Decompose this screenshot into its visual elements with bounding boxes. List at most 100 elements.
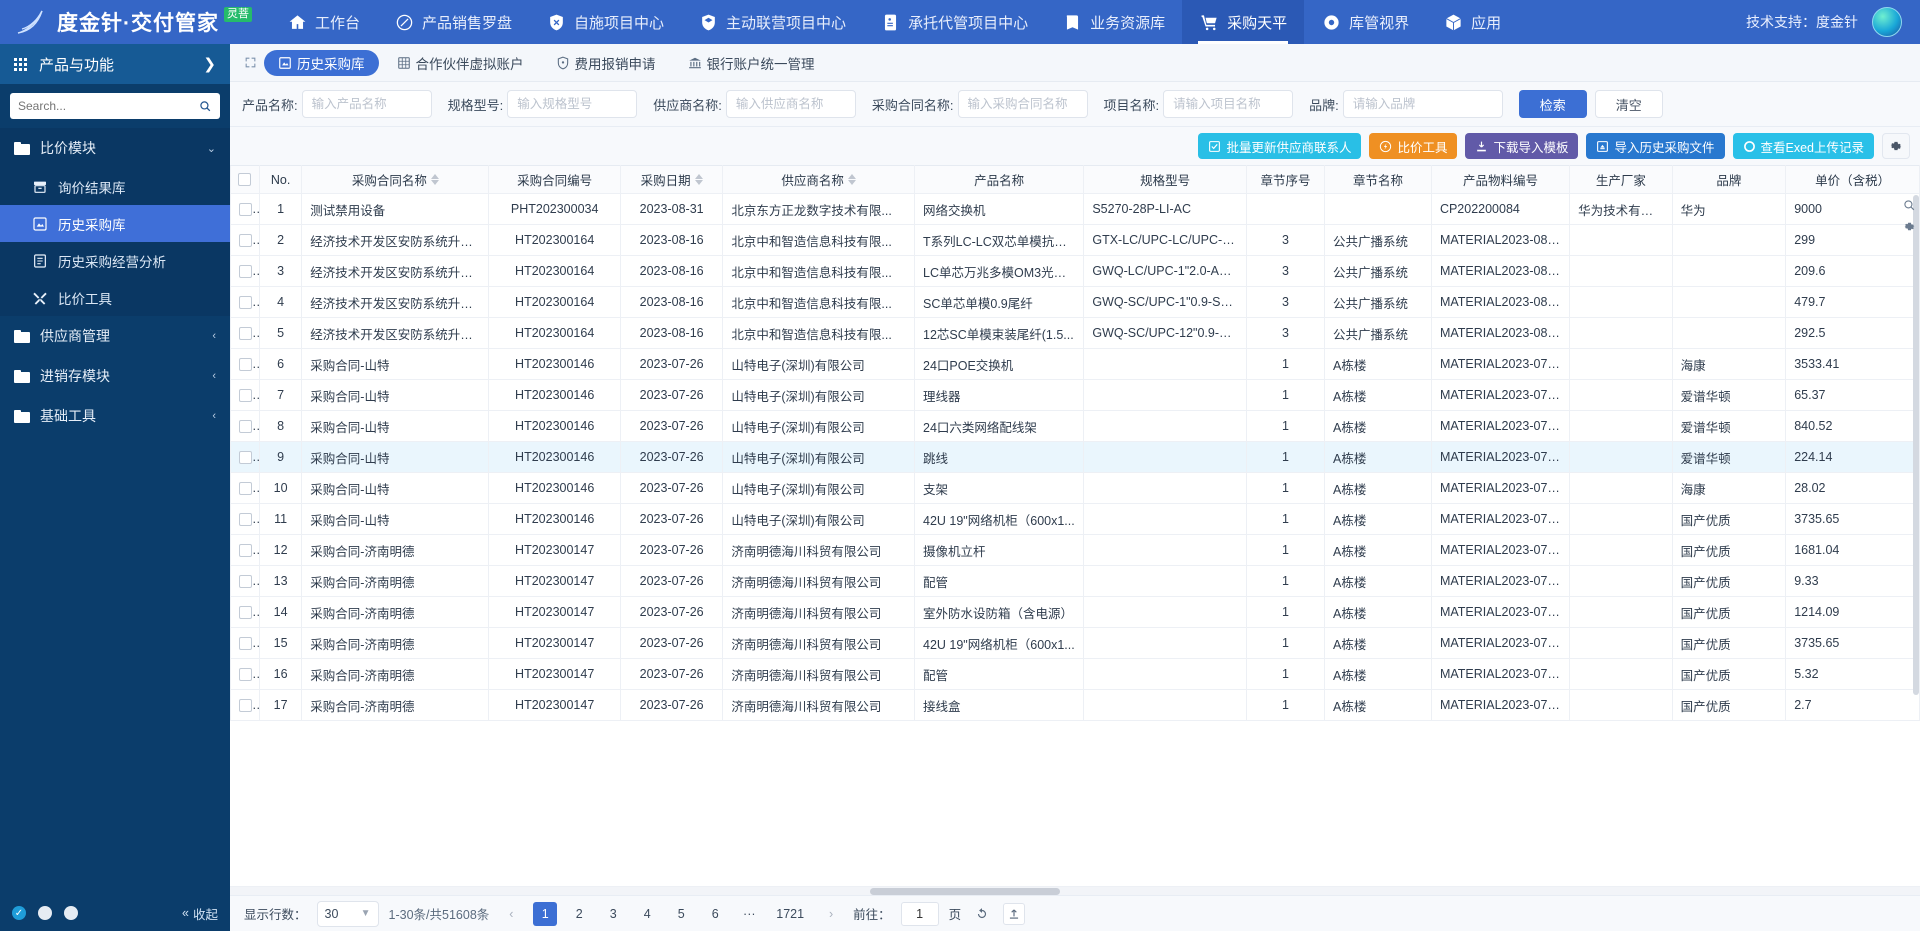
spec-model-input[interactable] [507, 90, 638, 118]
search-icon[interactable] [199, 100, 212, 113]
prev-page-button[interactable]: ‹ [499, 902, 523, 926]
cell-cb[interactable] [230, 379, 260, 411]
page-button-6[interactable]: 6 [703, 902, 727, 926]
gear-icon[interactable] [1903, 220, 1916, 233]
row-checkbox[interactable] [239, 420, 252, 434]
table-row[interactable]: 13 采购合同-济南明德 HT202300147 2023-07-26 济南明德海川科贸… [230, 565, 1920, 597]
th-date[interactable]: 采购日期 [619, 165, 724, 194]
tab-expense-reimbursement[interactable]: 费用报销申请 [542, 50, 670, 76]
nav-item-business-resource[interactable]: 业务资源库 [1045, 0, 1182, 44]
scrollbar-thumb[interactable] [870, 888, 1060, 895]
th-supplier[interactable]: 供应商名称 [722, 165, 915, 194]
table-row[interactable]: 9 采购合同-山特 HT202300146 2023-07-26 山特电子(深圳)有限公… [230, 441, 1920, 473]
cell-cb[interactable] [230, 224, 260, 256]
table-row[interactable]: 17 采购合同-济南明德 HT202300147 2023-07-26 济南明德海川科贸… [230, 689, 1920, 721]
cell-cb[interactable] [230, 472, 260, 504]
pricing-tool-button[interactable]: 比价工具 [1369, 133, 1458, 159]
chevron-right-icon[interactable]: ❯ [203, 55, 216, 73]
sidebar-group-pricing[interactable]: 比价模块 ⌄ [0, 128, 230, 168]
clear-button[interactable]: 清空 [1594, 90, 1663, 118]
table-row[interactable]: 5 经济技术开发区安防系统升级改... HT202300164 2023-08-16 北… [230, 317, 1920, 349]
table-row[interactable]: 7 采购合同-山特 HT202300146 2023-07-26 山特电子(深圳)有限公… [230, 379, 1920, 411]
contract-name-input[interactable] [957, 90, 1088, 118]
page-button-1[interactable]: 1 [533, 901, 558, 926]
table-row[interactable]: 6 采购合同-山特 HT202300146 2023-07-26 山特电子(深圳)有限公… [230, 348, 1920, 380]
cell-cb[interactable] [230, 410, 260, 442]
export-button[interactable] [1003, 902, 1026, 925]
sidebar-group-inventory[interactable]: 进销存模块 ‹ [0, 356, 230, 396]
sidebar-group-supplier[interactable]: 供应商管理 ‹ [0, 316, 230, 356]
page-button-3[interactable]: 3 [601, 902, 625, 926]
table-scroll[interactable]: No. 采购合同名称 采购合同编号 采购日期 供应商名称 产品名称 规格型号 章节序号 章节名称… [230, 165, 1920, 886]
cell-cb[interactable] [230, 348, 260, 380]
table-row[interactable]: 10 采购合同-山特 HT202300146 2023-07-26 山特电子(深圳)有限… [230, 472, 1920, 504]
sort-icon[interactable] [430, 174, 439, 185]
page-button-2[interactable]: 2 [567, 902, 591, 926]
row-checkbox[interactable] [239, 637, 252, 651]
row-checkbox[interactable] [239, 606, 252, 620]
cell-cb[interactable] [230, 193, 260, 225]
cell-cb[interactable] [230, 596, 260, 628]
sort-icon[interactable] [847, 174, 856, 185]
row-checkbox[interactable] [239, 234, 252, 248]
table-row[interactable]: 16 采购合同-济南明德 HT202300147 2023-07-26 济南明德海川科贸… [230, 658, 1920, 690]
search-input[interactable] [18, 99, 199, 113]
sidebar-item-inquiry-results[interactable]: 询价结果库 [0, 168, 230, 205]
sidebar-item-history-procurement[interactable]: 历史采购库 [0, 205, 230, 242]
row-checkbox[interactable] [239, 544, 252, 558]
sort-icon[interactable] [694, 174, 703, 185]
nav-item-warehouse-view[interactable]: 库管视界 [1304, 0, 1426, 44]
search-button[interactable]: 检索 [1518, 90, 1587, 118]
sidebar-group-basic-tools[interactable]: 基础工具 ‹ [0, 396, 230, 436]
row-checkbox[interactable] [239, 327, 252, 341]
brand[interactable]: 度金针·交付管家 灵菩 [14, 7, 270, 37]
tab-bank-account-management[interactable]: 银行账户统一管理 [674, 50, 829, 76]
check-icon[interactable]: ✓ [12, 906, 26, 920]
horizontal-scrollbar[interactable] [230, 886, 1920, 895]
page-button-5[interactable]: 5 [669, 902, 693, 926]
search-icon[interactable] [1903, 199, 1916, 212]
table-row[interactable]: 12 采购合同-济南明德 HT202300147 2023-07-26 济南明德海川科贸… [230, 534, 1920, 566]
nav-item-apps[interactable]: 应用 [1426, 0, 1518, 44]
view-excel-upload-log-button[interactable]: 查看Exed上传记录 [1732, 133, 1874, 159]
row-checkbox[interactable] [239, 203, 252, 217]
nav-item-joint-project-center[interactable]: 主动联营项目中心 [681, 0, 863, 44]
table-row[interactable]: 8 采购合同-山特 HT202300146 2023-07-26 山特电子(深圳)有限公… [230, 410, 1920, 442]
sidebar-item-pricing-tool[interactable]: 比价工具 [0, 279, 230, 316]
import-history-file-button[interactable]: 导入历史采购文件 [1586, 133, 1725, 159]
page-button-last[interactable]: 1721 [771, 902, 809, 926]
cell-cb[interactable] [230, 503, 260, 535]
table-row[interactable]: 1 测试禁用设备 PHT202300034 2023-08-31 北京东方正龙数字技术有… [230, 193, 1920, 225]
nav-item-sales-compass[interactable]: 产品销售罗盘 [377, 0, 529, 44]
select-all-checkbox[interactable] [238, 173, 252, 186]
brand-input[interactable] [1342, 90, 1503, 118]
scrollbar-thumb[interactable] [1913, 195, 1919, 695]
table-row[interactable]: 3 经济技术开发区安防系统升级改... HT202300164 2023-08-16 北… [230, 255, 1920, 287]
table-row[interactable]: 14 采购合同-济南明德 HT202300147 2023-07-26 济南明德海川科贸… [230, 596, 1920, 628]
goto-page-input[interactable] [900, 901, 939, 926]
collapse-button[interactable]: « 收起 [182, 904, 218, 923]
table-row[interactable]: 2 经济技术开发区安防系统升级改... HT202300164 2023-08-16 北… [230, 224, 1920, 256]
row-checkbox[interactable] [239, 699, 252, 713]
avatar[interactable] [1872, 7, 1902, 37]
cell-cb[interactable] [230, 565, 260, 597]
table-row[interactable]: 11 采购合同-山特 HT202300146 2023-07-26 山特电子(深圳)有限… [230, 503, 1920, 535]
expand-icon[interactable] [240, 53, 260, 73]
row-checkbox[interactable] [239, 451, 252, 465]
refresh-button[interactable] [971, 903, 993, 925]
next-page-button[interactable]: › [819, 902, 843, 926]
supplier-name-input[interactable] [725, 90, 856, 118]
cell-cb[interactable] [230, 255, 260, 287]
cell-cb[interactable] [230, 689, 260, 721]
cell-cb[interactable] [230, 441, 260, 473]
row-checkbox[interactable] [239, 513, 252, 527]
cell-cb[interactable] [230, 286, 260, 318]
tab-partner-virtual-account[interactable]: 合作伙伴虚拟账户 [383, 50, 538, 76]
nav-item-trustee-project-center[interactable]: 承托代管项目中心 [863, 0, 1045, 44]
nav-item-workbench[interactable]: 工作台 [270, 0, 377, 44]
cell-cb[interactable] [230, 658, 260, 690]
row-checkbox[interactable] [239, 265, 252, 279]
nav-item-self-project-center[interactable]: 自施项目中心 [529, 0, 681, 44]
cell-cb[interactable] [230, 627, 260, 659]
row-checkbox[interactable] [239, 358, 252, 372]
